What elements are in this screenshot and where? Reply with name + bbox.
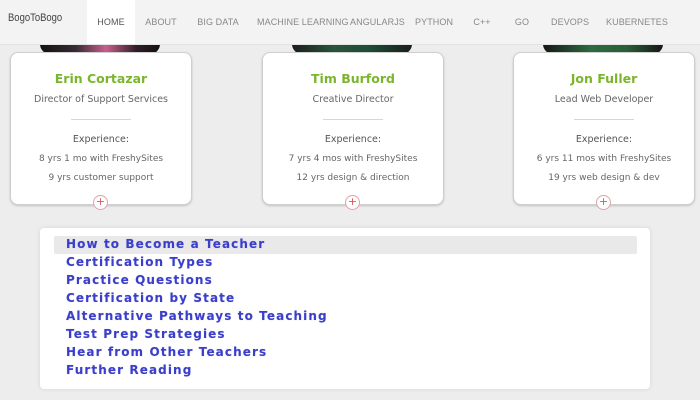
experience-line: 19 yrs web design & dev: [548, 173, 660, 183]
team-card: Tim Burford Creative Director Experience…: [262, 52, 444, 205]
experience-label: Experience:: [72, 134, 130, 145]
nav-item-home[interactable]: HOME: [87, 0, 135, 44]
experience-line: 6 yrs 11 mos with FreshySites: [536, 154, 672, 164]
link-how-to-become-a-teacher[interactable]: How to Become a Teacher: [66, 236, 265, 253]
site-logo[interactable]: BogoToBogo: [8, 12, 62, 24]
experience-line: 12 yrs design & direction: [296, 173, 410, 183]
nav-item-machine-learning[interactable]: MACHINE LEARNING: [257, 0, 349, 44]
team-member-title: Creative Director: [312, 94, 394, 105]
team-member-name: Erin Cortazar: [54, 71, 148, 86]
team-member-title: Director of Support Services: [34, 94, 168, 105]
link-certification-by-state[interactable]: Certification by State: [66, 290, 235, 307]
experience-line: 7 yrs 4 mos with FreshySites: [288, 154, 418, 164]
team-member-name: Tim Burford: [311, 71, 395, 86]
link-certification-types[interactable]: Certification Types: [66, 254, 213, 271]
experience-line: 9 yrs customer support: [48, 173, 154, 183]
plus-circle-icon[interactable]: +: [345, 195, 360, 210]
nav-item-angularjs[interactable]: ANGULARJS: [350, 0, 405, 44]
nav-item-about[interactable]: ABOUT: [141, 0, 181, 44]
nav-item-kubernetes[interactable]: KUBERNETES: [606, 0, 668, 44]
experience-line: 8 yrs 1 mo with FreshySites: [38, 154, 164, 164]
nav-item-devops[interactable]: DEVOPS: [551, 0, 589, 44]
divider: [574, 119, 634, 120]
plus-circle-icon[interactable]: +: [93, 195, 108, 210]
team-member-name: Jon Fuller: [570, 71, 638, 86]
nav-item-python[interactable]: PYTHON: [415, 0, 453, 44]
link-further-reading[interactable]: Further Reading: [66, 362, 192, 379]
link-hear-from-other-teachers[interactable]: Hear from Other Teachers: [66, 344, 267, 361]
related-links-panel: How to Become a Teacher Certification Ty…: [40, 228, 650, 389]
nav-item-go[interactable]: GO: [511, 0, 533, 44]
link-practice-questions[interactable]: Practice Questions: [66, 272, 213, 289]
team-card: Jon Fuller Lead Web Developer Experience…: [513, 52, 695, 205]
experience-label: Experience:: [324, 134, 382, 145]
nav-item-big-data[interactable]: BIG DATA: [196, 0, 240, 44]
top-navbar: BogoToBogo HOME ABOUT BIG DATA MACHINE L…: [0, 0, 700, 45]
link-test-prep-strategies[interactable]: Test Prep Strategies: [66, 326, 226, 343]
divider: [323, 119, 383, 120]
plus-circle-icon[interactable]: +: [596, 195, 611, 210]
nav-item-cpp[interactable]: C++: [470, 0, 494, 44]
link-alternative-pathways[interactable]: Alternative Pathways to Teaching: [66, 308, 328, 325]
divider: [71, 119, 131, 120]
team-member-title: Lead Web Developer: [554, 94, 654, 105]
experience-label: Experience:: [575, 134, 633, 145]
team-card: Erin Cortazar Director of Support Servic…: [10, 52, 192, 205]
